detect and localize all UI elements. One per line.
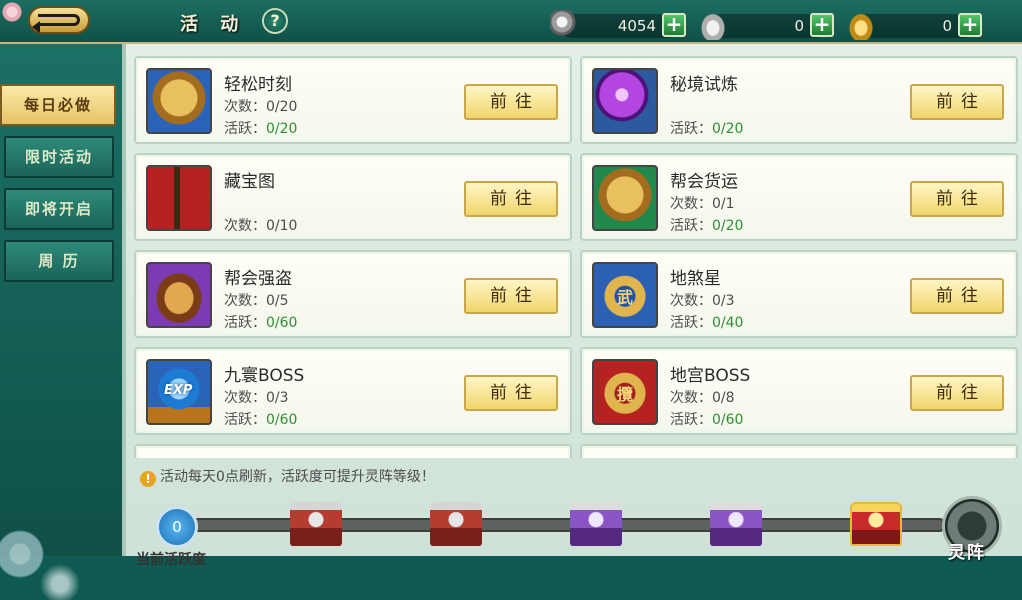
activity-panel: 轻松时刻 次数：0/20 活跃：0/20 前往 秘境试炼 活跃：0/20 前往 … — [122, 44, 1022, 568]
activity-points-label: 当前活跃度 — [136, 552, 206, 568]
activity-card: 帮会强盗 次数：0/5 活跃：0/60 前往 — [134, 250, 572, 338]
chest-icon[interactable] — [710, 502, 762, 546]
back-arrow-icon — [32, 14, 80, 33]
top-bar: 活 动 ? 4054 + 0 + 0 + — [0, 0, 1022, 44]
page-title: 活 动 — [180, 14, 247, 35]
go-button[interactable]: 前往 — [910, 375, 1004, 411]
go-button[interactable]: 前往 — [464, 375, 558, 411]
go-button[interactable]: 前往 — [910, 181, 1004, 217]
activity-points: 活跃：0/20 — [224, 121, 298, 137]
activity-card: 秘境试炼 活跃：0/20 前往 — [580, 56, 1018, 144]
silver-coin-value: 4054 — [617, 17, 656, 35]
activity-name: 藏宝图 — [224, 172, 275, 192]
flower-decoration — [0, 464, 120, 600]
plaque-glyph: 攬 — [616, 385, 633, 404]
chest-icon[interactable] — [570, 502, 622, 546]
activity-name: 帮会货运 — [670, 172, 738, 192]
go-button[interactable]: 前往 — [910, 84, 1004, 120]
activity-count: 次数：0/20 — [224, 99, 298, 115]
treasure-map-icon — [146, 165, 212, 231]
activity-card: 武 地煞星 次数：0/3 活跃：0/40 前往 — [580, 250, 1018, 338]
refresh-notice-text: 活动每天0点刷新，活跃度可提升灵阵等级！ — [160, 469, 435, 485]
activity-name: 九寰BOSS — [224, 366, 305, 386]
help-button[interactable]: ? — [262, 8, 288, 34]
activity-name: 地宫BOSS — [670, 366, 751, 386]
add-gold-ingot-button[interactable]: + — [958, 13, 982, 37]
activity-points: 活跃：0/60 — [670, 412, 744, 428]
activity-card-partial — [580, 444, 1018, 458]
info-icon: ! — [140, 471, 156, 487]
golden-fox-icon — [146, 68, 212, 134]
activity-points: 活跃：0/60 — [224, 315, 298, 331]
activity-points: 活跃：0/20 — [670, 121, 744, 137]
activity-count: 次数：0/8 — [670, 390, 735, 406]
go-button[interactable]: 前往 — [910, 278, 1004, 314]
add-silver-coin-button[interactable]: + — [662, 13, 686, 37]
activity-points: 活跃：0/60 — [224, 412, 298, 428]
chest-icon[interactable] — [850, 502, 902, 546]
currency-gold-ingot: 0 + — [846, 10, 982, 40]
martial-plaque-icon: 武 — [592, 262, 658, 328]
activity-count: 次数：0/1 — [670, 196, 735, 212]
activity-points-badge: 0 — [156, 506, 198, 548]
activity-points: 活跃：0/40 — [670, 315, 744, 331]
exp-label: EXP — [164, 383, 193, 398]
activity-card: EXP 九寰BOSS 次数：0/3 活跃：0/60 前往 — [134, 347, 572, 435]
activity-name: 秘境试炼 — [670, 75, 738, 95]
activity-card-partial — [134, 444, 572, 458]
activity-card: 轻松时刻 次数：0/20 活跃：0/20 前往 — [134, 56, 572, 144]
tab-daily[interactable]: 每日必做 — [0, 84, 116, 126]
activity-count: 次数：0/3 — [224, 390, 289, 406]
silver-ingot-icon — [698, 10, 728, 40]
go-button[interactable]: 前往 — [464, 278, 558, 314]
sidebar: 每日必做 限时活动 即将开启 周 历 — [0, 44, 122, 600]
add-silver-ingot-button[interactable]: + — [810, 13, 834, 37]
activity-name: 帮会强盗 — [224, 269, 292, 289]
tab-calendar[interactable]: 周 历 — [4, 240, 114, 282]
silver-ingot-value: 0 — [794, 17, 804, 35]
red-plaque-icon: 攬 — [592, 359, 658, 425]
plaque-glyph: 武 — [616, 288, 633, 307]
loot-bag-icon — [146, 262, 212, 328]
tab-upcoming[interactable]: 即将开启 — [4, 188, 114, 230]
purple-orb-icon — [592, 68, 658, 134]
gold-ingot-value: 0 — [942, 17, 952, 35]
currency-silver-coin: 4054 + — [550, 10, 686, 40]
activity-name: 地煞星 — [670, 269, 721, 289]
go-button[interactable]: 前往 — [464, 84, 558, 120]
plum-blossom-icon — [0, 0, 30, 30]
currency-silver-ingot: 0 + — [698, 10, 834, 40]
activity-card: 藏宝图 次数：0/10 前往 — [134, 153, 572, 241]
activity-points: 活跃：0/20 — [670, 218, 744, 234]
gold-ingot-icon — [846, 10, 876, 40]
activity-card: 攬 地宫BOSS 次数：0/8 活跃：0/60 前往 — [580, 347, 1018, 435]
chest-icon[interactable] — [290, 502, 342, 546]
golden-fox-icon — [592, 165, 658, 231]
chest-icon[interactable] — [430, 502, 482, 546]
activity-grid: 轻松时刻 次数：0/20 活跃：0/20 前往 秘境试炼 活跃：0/20 前往 … — [134, 56, 1020, 458]
activity-count: 次数：0/10 — [224, 218, 298, 234]
activity-name: 轻松时刻 — [224, 75, 292, 95]
back-button[interactable] — [28, 6, 90, 34]
tab-limited[interactable]: 限时活动 — [4, 136, 114, 178]
activity-count: 次数：0/5 — [224, 293, 289, 309]
refresh-notice: ! 活动每天0点刷新，活跃度可提升灵阵等级！ — [140, 466, 435, 487]
silver-coin-icon — [550, 10, 580, 40]
activity-card: 帮会货运 次数：0/1 活跃：0/20 前往 — [580, 153, 1018, 241]
exp-orb-icon: EXP — [146, 359, 212, 425]
go-button[interactable]: 前往 — [464, 181, 558, 217]
lingzhen-label: 灵阵 — [948, 543, 986, 563]
activity-count: 次数：0/3 — [670, 293, 735, 309]
